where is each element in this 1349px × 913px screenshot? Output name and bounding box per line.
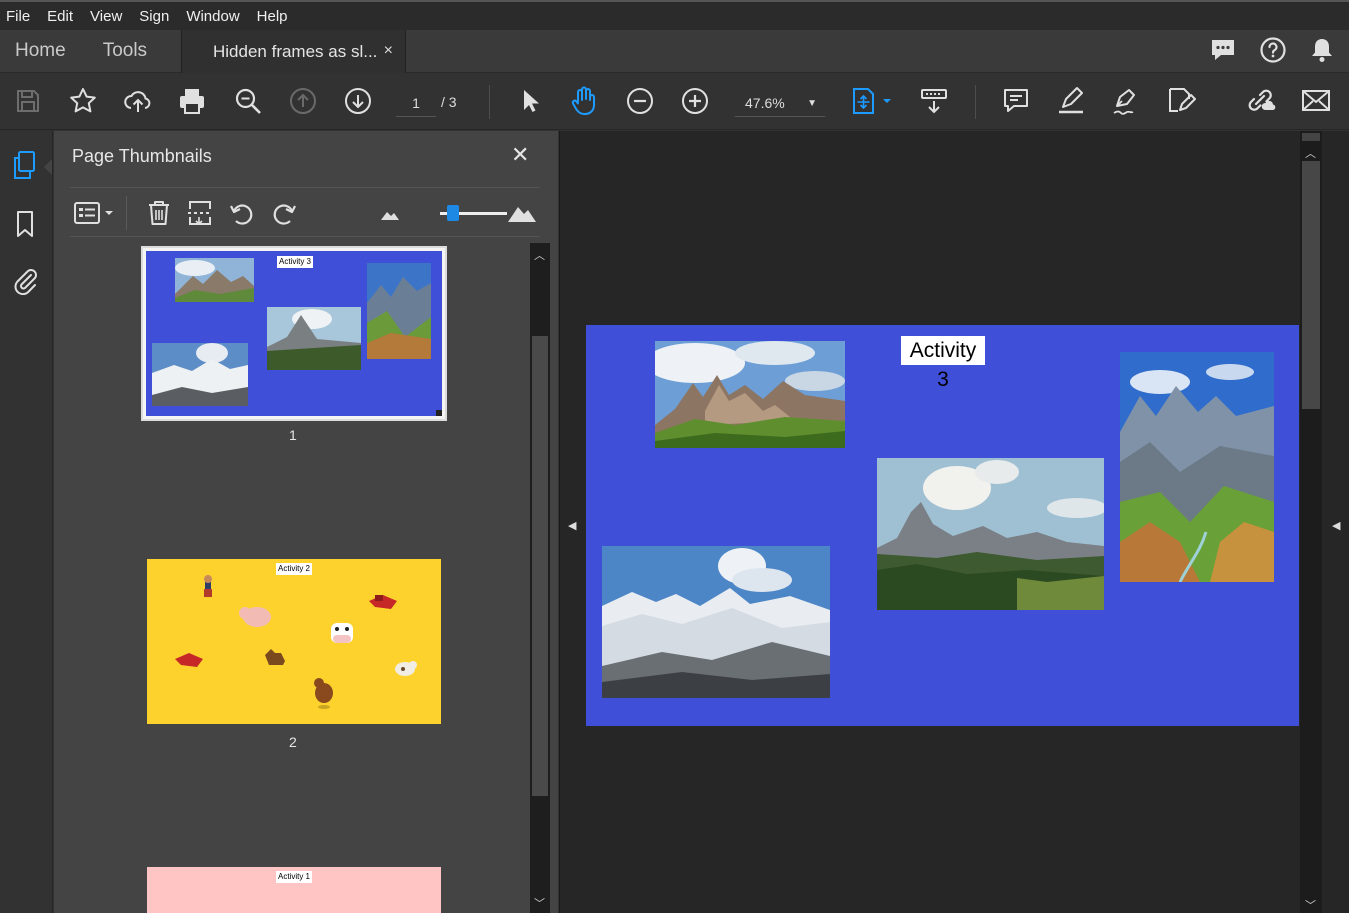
thumbnail-snow-photo xyxy=(152,343,248,406)
menu-file[interactable]: File xyxy=(6,8,30,25)
page-thumbnails-icon[interactable] xyxy=(9,149,41,181)
active-pointer xyxy=(44,159,52,175)
acrobat-window: File Edit View Sign Window Help Home Too… xyxy=(0,0,1349,913)
menu-edit[interactable]: Edit xyxy=(47,8,73,25)
menu-sign[interactable]: Sign xyxy=(139,8,169,25)
hand-tool-icon[interactable] xyxy=(568,85,600,117)
smaller-thumbnails-icon[interactable] xyxy=(378,198,402,228)
menu-help[interactable]: Help xyxy=(257,8,288,25)
help-icon[interactable] xyxy=(1259,36,1287,64)
zoom-level-value: 47.6% xyxy=(745,94,785,111)
close-tab-icon[interactable]: × xyxy=(384,42,393,60)
thumbnail-slide-label: Activity 1 xyxy=(276,871,312,883)
tab-bar-actions xyxy=(1209,36,1335,64)
photo-forest-peaks xyxy=(877,458,1104,610)
extract-pages-icon[interactable] xyxy=(185,198,215,228)
bookmark-star-icon[interactable] xyxy=(67,85,99,117)
slide-title: Activity 3 xyxy=(901,336,985,391)
menu-window[interactable]: Window xyxy=(186,8,239,25)
thumbnails-scrollbar[interactable]: ︿ ﹀ xyxy=(530,243,550,913)
page-number-input[interactable] xyxy=(396,89,436,117)
thumbnail-slide-label: Activity 3 xyxy=(277,256,313,268)
thumbnail-valley-photo xyxy=(267,307,361,370)
rotate-left-icon[interactable] xyxy=(227,198,257,228)
scroll-down-icon[interactable]: ﹀ xyxy=(534,895,545,911)
save-icon[interactable] xyxy=(12,85,44,117)
document-viewer: ◀ ◀ Activity 3 ︿ ﹀ xyxy=(559,131,1349,913)
document-scroll-thumb[interactable] xyxy=(1302,161,1320,409)
photo-dolomites xyxy=(655,341,845,448)
thumbnail-page-number: 1 xyxy=(289,427,297,443)
highlight-pen-icon[interactable] xyxy=(1055,85,1087,117)
fit-page-icon[interactable] xyxy=(850,85,894,117)
comments-icon[interactable] xyxy=(1209,36,1237,64)
larger-thumbnails-icon[interactable] xyxy=(506,198,538,228)
thumbnails-scroll-thumb[interactable] xyxy=(532,336,548,796)
expand-right-panel-icon[interactable]: ◀ xyxy=(1332,519,1340,532)
photo-alpine-valley xyxy=(1120,352,1274,582)
document-scrollbar[interactable]: ︿ ﹀ xyxy=(1300,131,1322,913)
farm-animals-illustration xyxy=(175,575,417,709)
document-tab[interactable]: Hidden frames as sl... × xyxy=(181,30,406,73)
select-cursor-icon[interactable] xyxy=(514,85,546,117)
zoom-level-select[interactable]: 47.6% ▼ xyxy=(735,89,825,117)
upload-cloud-icon[interactable] xyxy=(122,85,154,117)
thumbnail-page-1[interactable]: Activity 3 xyxy=(141,246,447,421)
main-toolbar: / 3 47.6% ▼ xyxy=(0,73,1349,130)
thumbnail-toolbar xyxy=(70,187,540,237)
print-icon[interactable] xyxy=(176,85,208,117)
rotate-right-icon[interactable] xyxy=(269,198,299,228)
thumbnail-alpine-photo xyxy=(367,263,431,359)
chevron-down-icon: ▼ xyxy=(807,98,817,109)
menu-bar: File Edit View Sign Window Help xyxy=(0,0,1349,30)
thumbnail-options-icon[interactable] xyxy=(72,198,116,228)
zoom-in-icon[interactable] xyxy=(679,85,711,117)
thumbnail-mountain-photo xyxy=(175,258,254,302)
next-page-icon[interactable] xyxy=(342,85,374,117)
thumbnail-resize-handle[interactable] xyxy=(436,410,442,416)
delete-page-icon[interactable] xyxy=(144,198,174,228)
navigation-rail xyxy=(0,131,53,913)
share-link-icon[interactable] xyxy=(1245,85,1277,117)
previous-page-icon[interactable] xyxy=(287,85,319,117)
tab-bar: Home Tools Hidden frames as sl... × xyxy=(0,30,1349,73)
scroll-up-icon[interactable]: ︿ xyxy=(534,247,545,263)
page-thumbnails-panel: Page Thumbnails ✕ Activity 3 1 Activity … xyxy=(54,131,558,913)
scroll-up-icon[interactable]: ︿ xyxy=(1305,145,1316,161)
attachments-icon[interactable] xyxy=(9,264,41,296)
toolbar-divider xyxy=(489,85,490,119)
bookmarks-icon[interactable] xyxy=(9,208,41,240)
photo-snowy-range xyxy=(602,546,830,698)
zoom-out-icon[interactable] xyxy=(624,85,656,117)
find-zoom-icon[interactable] xyxy=(232,85,264,117)
tab-tools[interactable]: Tools xyxy=(81,30,162,72)
toolbar-divider xyxy=(975,85,976,119)
edit-pdf-icon[interactable] xyxy=(1165,85,1197,117)
collapse-left-panel-icon[interactable]: ◀ xyxy=(568,519,576,532)
scroll-mode-icon[interactable] xyxy=(918,85,950,117)
panel-title: Page Thumbnails xyxy=(72,146,212,166)
scroll-down-icon[interactable]: ﹀ xyxy=(1305,897,1316,913)
sign-pen-icon[interactable] xyxy=(1110,85,1142,117)
email-icon[interactable] xyxy=(1300,85,1332,117)
scrollbar-cap xyxy=(1302,133,1320,141)
notifications-icon[interactable] xyxy=(1309,36,1335,64)
thumbnail-page-number: 2 xyxy=(289,734,297,750)
tab-home[interactable]: Home xyxy=(0,30,81,72)
thumbnail-size-slider-handle[interactable] xyxy=(447,205,459,221)
page-total-label: / 3 xyxy=(441,94,457,110)
close-panel-icon[interactable]: ✕ xyxy=(511,142,529,168)
thumbnail-page-2[interactable]: Activity 2 xyxy=(147,559,441,724)
thumbnail-page-1-canvas: Activity 3 xyxy=(146,251,442,416)
toolbar-divider xyxy=(126,196,127,230)
pdf-page: Activity 3 xyxy=(586,325,1299,726)
thumbnail-page-3[interactable]: Activity 1 xyxy=(147,867,441,913)
document-tab-title: Hidden frames as sl... xyxy=(213,41,378,61)
add-comment-icon[interactable] xyxy=(1000,85,1032,117)
menu-view[interactable]: View xyxy=(90,8,122,25)
